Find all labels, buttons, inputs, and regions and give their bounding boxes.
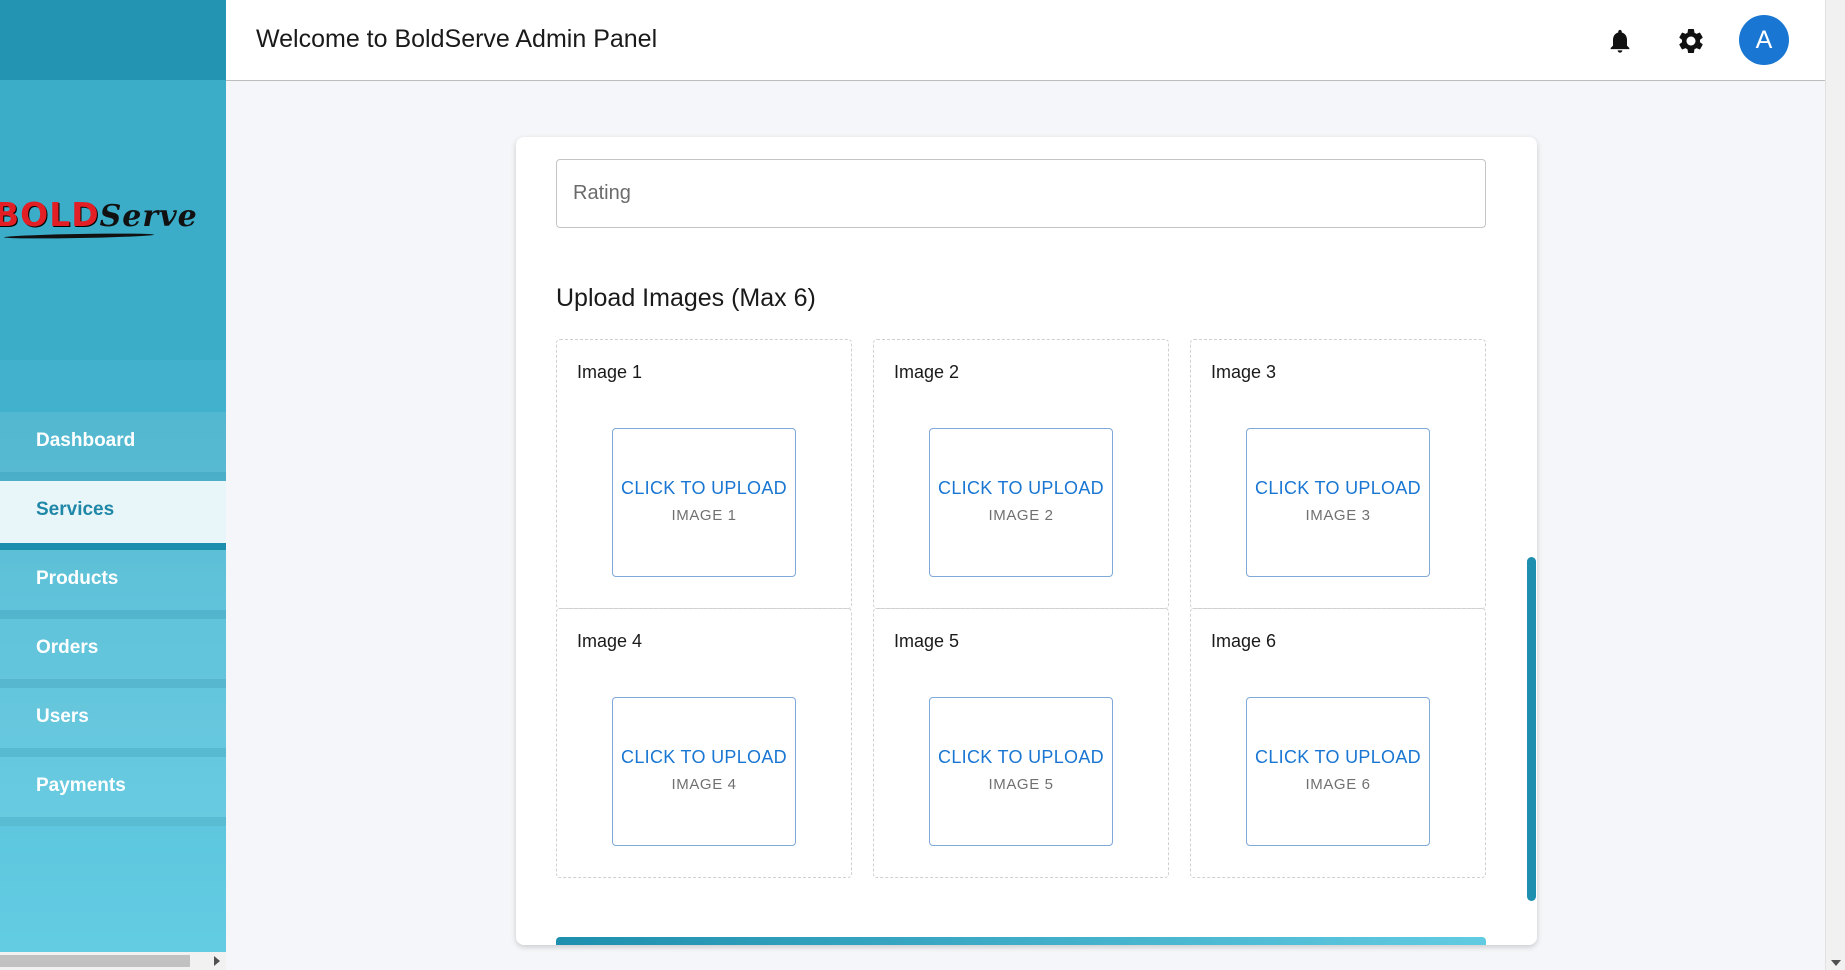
rating-input[interactable] bbox=[556, 159, 1486, 228]
submit-button-top-edge[interactable] bbox=[556, 937, 1486, 945]
image-slot-5: Image 5 CLICK TO UPLOAD IMAGE 5 bbox=[873, 608, 1169, 878]
sidebar-item-users[interactable]: Users bbox=[0, 688, 226, 757]
upload-button-label: CLICK TO UPLOAD bbox=[938, 478, 1104, 498]
bell-icon[interactable] bbox=[1606, 26, 1634, 56]
upload-image-3-button[interactable]: CLICK TO UPLOAD IMAGE 3 bbox=[1246, 428, 1430, 577]
sidebar-horizontal-scrollbar[interactable] bbox=[0, 952, 226, 970]
upload-button-sublabel: IMAGE 2 bbox=[988, 507, 1054, 524]
upload-button-label: CLICK TO UPLOAD bbox=[1255, 478, 1421, 498]
sidebar-item-services[interactable]: Services bbox=[0, 481, 226, 550]
card-scrollbar-thumb[interactable] bbox=[1527, 557, 1536, 901]
horizontal-scroll-thumb[interactable] bbox=[0, 955, 190, 967]
image-slot-label: Image 4 bbox=[577, 631, 643, 651]
image-slot-label: Image 1 bbox=[577, 362, 643, 382]
window-vertical-scrollbar[interactable] bbox=[1825, 0, 1845, 970]
upload-button-sublabel: IMAGE 5 bbox=[988, 776, 1054, 793]
image-slot-4: Image 4 CLICK TO UPLOAD IMAGE 4 bbox=[556, 608, 852, 878]
image-slot-6: Image 6 CLICK TO UPLOAD IMAGE 6 bbox=[1190, 608, 1486, 878]
upload-button-label: CLICK TO UPLOAD bbox=[1255, 747, 1421, 767]
upload-image-6-button[interactable]: CLICK TO UPLOAD IMAGE 6 bbox=[1246, 697, 1430, 846]
image-slot-1: Image 1 CLICK TO UPLOAD IMAGE 1 bbox=[556, 339, 852, 609]
logo-serve-text: Serve bbox=[99, 199, 198, 234]
sidebar-header-strip bbox=[0, 0, 226, 80]
sidebar-item-payments[interactable]: Payments bbox=[0, 757, 226, 826]
upload-button-sublabel: IMAGE 1 bbox=[671, 507, 737, 524]
image-slot-2: Image 2 CLICK TO UPLOAD IMAGE 2 bbox=[873, 339, 1169, 609]
upload-button-label: CLICK TO UPLOAD bbox=[621, 478, 787, 498]
scroll-right-arrow-icon[interactable] bbox=[214, 956, 220, 966]
page-title: Welcome to BoldServe Admin Panel bbox=[256, 25, 658, 53]
upload-image-5-button[interactable]: CLICK TO UPLOAD IMAGE 5 bbox=[929, 697, 1113, 846]
upload-image-1-button[interactable]: CLICK TO UPLOAD IMAGE 1 bbox=[612, 428, 796, 577]
upload-button-sublabel: IMAGE 4 bbox=[671, 776, 737, 793]
sidebar-item-products[interactable]: Products bbox=[0, 550, 226, 619]
sidebar: BOLDServe Dashboard Services Products Or… bbox=[0, 0, 226, 970]
logo-bold-text: BOLD bbox=[0, 195, 100, 234]
image-slot-label: Image 3 bbox=[1211, 362, 1277, 382]
top-header: Welcome to BoldServe Admin Panel A bbox=[226, 0, 1825, 81]
sidebar-nav: Dashboard Services Products Orders Users… bbox=[0, 412, 226, 826]
avatar[interactable]: A bbox=[1739, 15, 1789, 65]
upload-image-2-button[interactable]: CLICK TO UPLOAD IMAGE 2 bbox=[929, 428, 1113, 577]
upload-button-label: CLICK TO UPLOAD bbox=[621, 747, 787, 767]
image-slot-3: Image 3 CLICK TO UPLOAD IMAGE 3 bbox=[1190, 339, 1486, 609]
upload-button-sublabel: IMAGE 3 bbox=[1305, 507, 1371, 524]
upload-button-sublabel: IMAGE 6 bbox=[1305, 776, 1371, 793]
brand-logo: BOLDServe bbox=[0, 195, 198, 234]
service-form-card: Upload Images (Max 6) Image 1 CLICK TO U… bbox=[516, 137, 1537, 945]
image-slot-label: Image 6 bbox=[1211, 631, 1277, 651]
sidebar-item-dashboard[interactable]: Dashboard bbox=[0, 412, 226, 481]
scroll-down-arrow-icon[interactable] bbox=[1831, 960, 1841, 966]
image-slot-label: Image 5 bbox=[894, 631, 960, 651]
upload-images-heading: Upload Images (Max 6) bbox=[556, 284, 816, 312]
nav-spacer bbox=[0, 360, 226, 412]
upload-image-4-button[interactable]: CLICK TO UPLOAD IMAGE 4 bbox=[612, 697, 796, 846]
image-slot-label: Image 2 bbox=[894, 362, 960, 382]
gear-icon[interactable] bbox=[1676, 26, 1706, 56]
sidebar-item-orders[interactable]: Orders bbox=[0, 619, 226, 688]
upload-button-label: CLICK TO UPLOAD bbox=[938, 747, 1104, 767]
